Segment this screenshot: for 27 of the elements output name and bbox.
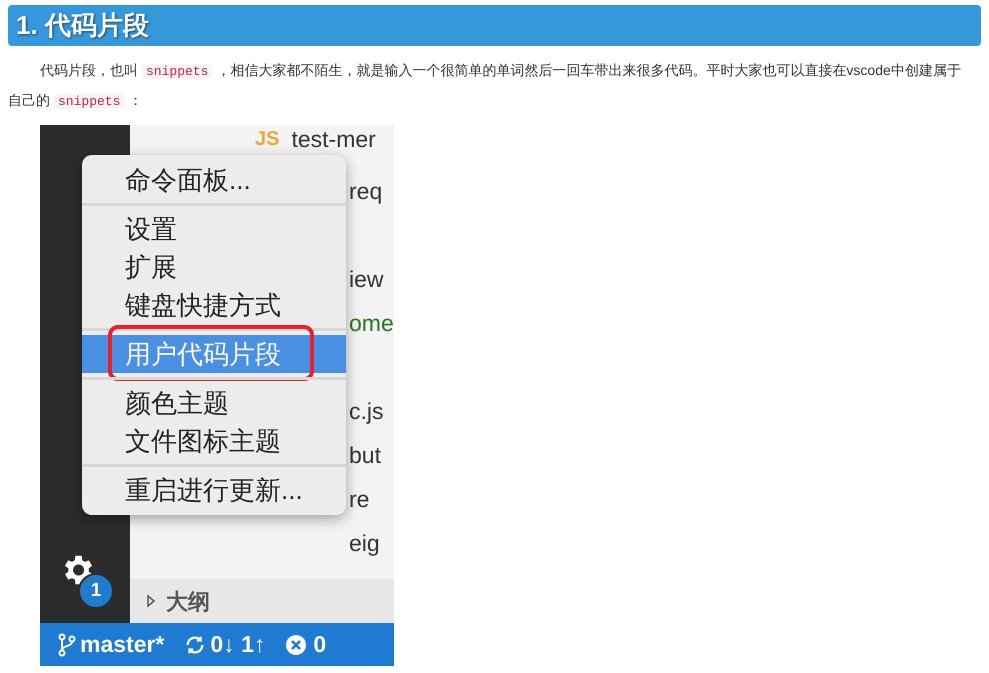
section-heading: 1. 代码片段 (16, 9, 149, 42)
menu-item[interactable]: 设置 (82, 210, 346, 248)
sync-status[interactable]: 0↓ 1↑ (210, 627, 266, 662)
notification-badge: 1 (78, 573, 114, 609)
file-name[interactable]: eig (349, 521, 380, 565)
branch-name[interactable]: master* (80, 627, 164, 662)
file-name[interactable]: but (349, 433, 381, 477)
menu-item[interactable]: 命令面板... (82, 161, 346, 199)
file-name[interactable]: iew (349, 257, 384, 301)
file-name[interactable]: re (349, 477, 370, 521)
menu-item[interactable]: 重启进行更新... (82, 471, 346, 509)
error-count[interactable]: 0 (313, 627, 326, 662)
file-name[interactable]: req (349, 169, 382, 213)
paragraph: 代码片段，也叫 snippets ，相信大家都不陌生，就是输入一个很简单的单词然后一回车带出来很多代码。平时大家也可以直接在vscode中创建属于自己的 snippets ： (7, 61, 962, 111)
outline-panel-header[interactable]: 大纲 (130, 579, 394, 623)
sync-icon (184, 634, 206, 656)
file-type-label: JS (255, 127, 280, 152)
file-name[interactable]: c.js (349, 389, 384, 433)
file-name[interactable]: test-mer (291, 125, 376, 153)
error-icon (285, 634, 308, 656)
branch-icon (58, 632, 76, 656)
file-name[interactable]: ome (349, 301, 394, 345)
menu-item[interactable]: 文件图标主题 (82, 422, 346, 460)
outline-label: 大纲 (166, 588, 210, 616)
menu-item[interactable]: 扩展 (82, 248, 346, 286)
menu-item[interactable]: 颜色主题 (82, 384, 346, 422)
menu-item[interactable]: 键盘快捷方式 (82, 286, 346, 324)
